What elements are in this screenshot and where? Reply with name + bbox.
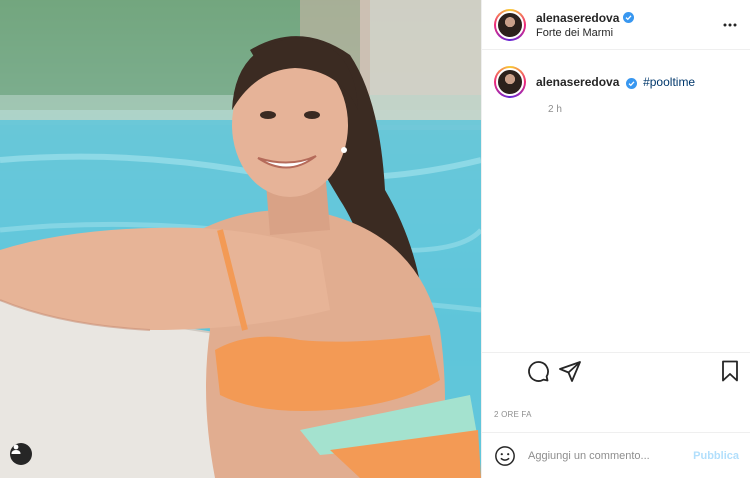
user-tag-icon [11,444,21,454]
action-bar [482,352,750,388]
comment-bar: Pubblica [482,432,750,478]
caption-area: alenaseredova #pooltime 2 h [482,50,750,350]
post-header: alenaseredova Forte dei Marmi [482,0,750,50]
more-dots-icon [723,23,737,27]
verified-badge-icon [625,78,637,89]
avatar[interactable] [494,8,526,41]
post-timestamp: 2 ORE FA [494,410,532,419]
publish-button[interactable]: Pubblica [693,450,739,462]
comment-input[interactable] [528,449,694,462]
caption-avatar[interactable] [494,66,526,98]
verified-badge-icon [623,12,635,23]
header-username[interactable]: alenaseredova [536,11,619,25]
caption: alenaseredova #pooltime [536,74,695,90]
comment-icon[interactable] [526,359,550,383]
caption-timestamp: 2 h [548,104,562,115]
bookmark-icon[interactable] [718,359,742,383]
post-photo[interactable] [0,0,481,478]
hashtag-link[interactable]: #pooltime [643,75,695,89]
post-location[interactable]: Forte dei Marmi [536,27,634,39]
more-options-button[interactable] [722,17,738,33]
pool-photo-illustration [0,0,481,478]
post-side-panel: alenaseredova Forte dei Marmi alenasered… [481,0,750,478]
share-icon[interactable] [558,359,582,383]
emoji-icon[interactable] [494,445,516,467]
caption-username[interactable]: alenaseredova [536,75,619,89]
user-tags-button[interactable] [10,443,32,465]
